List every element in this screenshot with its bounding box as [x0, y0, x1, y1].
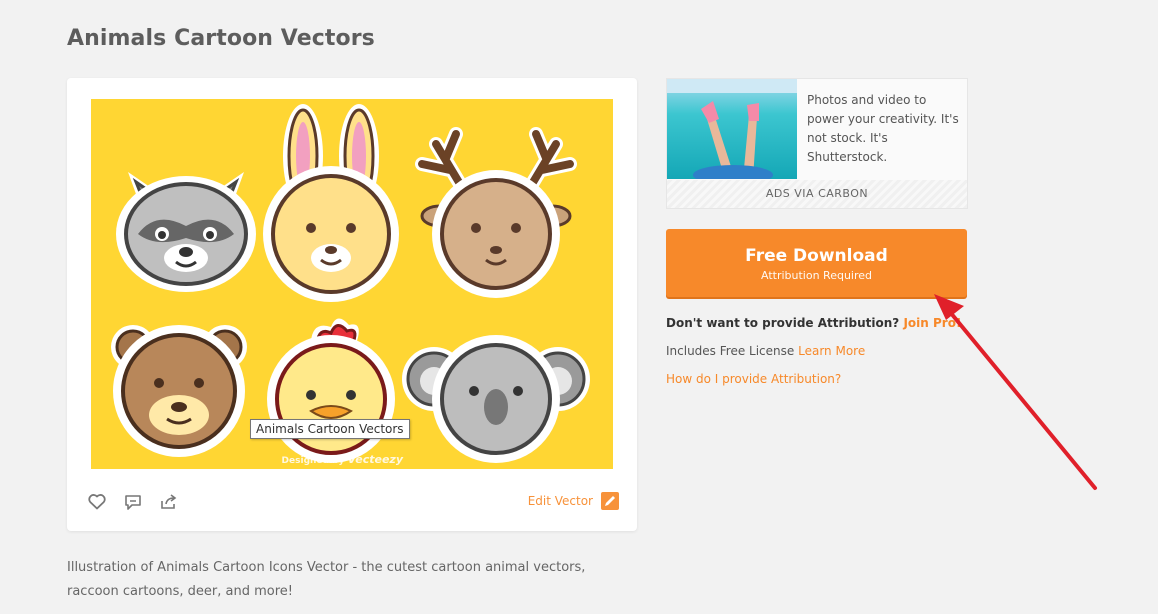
card-actions [87, 492, 179, 512]
designed-by-credit: Designed by Vecteezy [282, 453, 403, 466]
license-info: Includes Free License Learn More [666, 344, 865, 358]
ad-text[interactable]: Photos and video to power your creativit… [807, 91, 959, 167]
edit-vector-icon [601, 492, 619, 510]
attribution-question-text: Don't want to provide Attribution? [666, 316, 900, 330]
free-download-button[interactable]: Free Download Attribution Required [666, 229, 967, 297]
how-to-attribute-link[interactable]: How do I provide Attribution? [666, 372, 841, 386]
share-icon[interactable] [159, 492, 179, 512]
free-download-label: Free Download [745, 246, 888, 266]
vecteezy-logo: Vecteezy [347, 453, 403, 466]
learn-more-link[interactable]: Learn More [798, 344, 865, 358]
edit-vector-link[interactable]: Edit Vector [528, 492, 619, 510]
attribution-required-label: Attribution Required [760, 269, 872, 282]
animal-illustration [111, 104, 590, 463]
ad-image[interactable] [667, 79, 797, 179]
heart-icon[interactable] [87, 492, 107, 512]
vector-description: Illustration of Animals Cartoon Icons Ve… [67, 560, 586, 599]
image-tooltip: Animals Cartoon Vectors [250, 419, 410, 439]
comment-icon[interactable] [123, 492, 143, 512]
page-title: Animals Cartoon Vectors [67, 26, 375, 51]
edit-vector-label: Edit Vector [527, 494, 593, 508]
designed-by-prefix: Designed by [281, 456, 345, 466]
license-text: Includes Free License [666, 344, 795, 358]
ads-via-carbon-label[interactable]: ADS VIA CARBON [667, 180, 967, 208]
vector-preview-image[interactable]: Designed by Vecteezy Animals Cartoon Vec… [91, 99, 613, 469]
attribution-question: Don't want to provide Attribution? Join … [666, 316, 961, 330]
join-pro-link[interactable]: Join Pro! [903, 316, 961, 330]
carbon-ad[interactable]: Photos and video to power your creativit… [666, 78, 968, 209]
vector-card: Designed by Vecteezy Animals Cartoon Vec… [67, 78, 637, 531]
